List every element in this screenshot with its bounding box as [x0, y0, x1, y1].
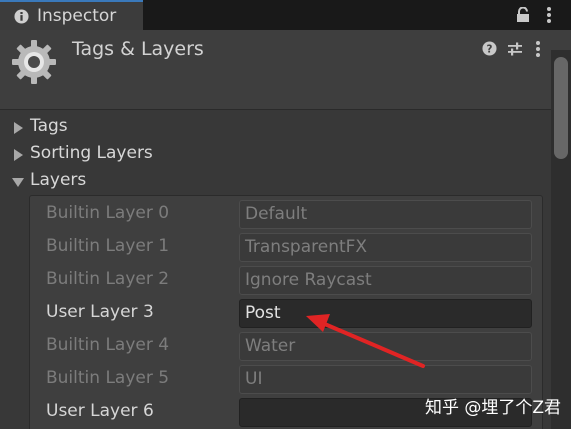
inspector-window: Inspector Tags & Layers ? Tags Sorting L…: [0, 0, 571, 429]
info-icon: [14, 9, 29, 24]
help-icon[interactable]: ?: [482, 41, 497, 56]
layer-label: Builtin Layer 2: [46, 269, 170, 289]
layer-name-input[interactable]: Post: [239, 299, 532, 328]
kebab-menu-icon[interactable]: [535, 40, 541, 58]
foldout-label: Sorting Layers: [30, 143, 153, 163]
foldout-label: Tags: [30, 116, 68, 136]
tab-label: Inspector: [37, 6, 117, 26]
component-header: Tags & Layers ?: [0, 30, 571, 110]
triangle-down-icon: [12, 178, 24, 187]
gear-icon: [12, 40, 56, 84]
layer-label: Builtin Layer 1: [46, 236, 170, 256]
triangle-right-icon: [14, 122, 23, 134]
layer-name-field: TransparentFX: [239, 233, 532, 262]
tab-bar: Inspector: [0, 0, 571, 30]
foldout-tags[interactable]: Tags: [12, 116, 312, 140]
layer-name-field: UI: [239, 365, 532, 394]
layer-label: Builtin Layer 4: [46, 335, 170, 355]
triangle-right-icon: [14, 149, 23, 161]
component-title: Tags & Layers: [72, 38, 204, 60]
layer-label: Builtin Layer 0: [46, 203, 170, 223]
preset-icon[interactable]: [507, 41, 523, 57]
tab-inspector[interactable]: Inspector: [0, 0, 143, 30]
lock-icon[interactable]: [516, 7, 530, 23]
svg-text:?: ?: [487, 44, 493, 56]
layer-label: User Layer 6: [46, 401, 154, 421]
tab-menu-icon[interactable]: [546, 6, 552, 24]
scrollbar-thumb[interactable]: [554, 57, 568, 159]
layer-label: User Layer 3: [46, 302, 154, 322]
layer-name-field: Water: [239, 332, 532, 361]
foldout-sorting-layers[interactable]: Sorting Layers: [12, 143, 312, 167]
layer-label: Builtin Layer 5: [46, 368, 170, 388]
foldout-layers[interactable]: Layers: [12, 170, 312, 194]
foldout-label: Layers: [30, 170, 87, 190]
layer-name-field: Ignore Raycast: [239, 266, 532, 295]
layer-name-field: Default: [239, 200, 532, 229]
watermark-text: 知乎 @埋了个Z君: [425, 398, 562, 418]
